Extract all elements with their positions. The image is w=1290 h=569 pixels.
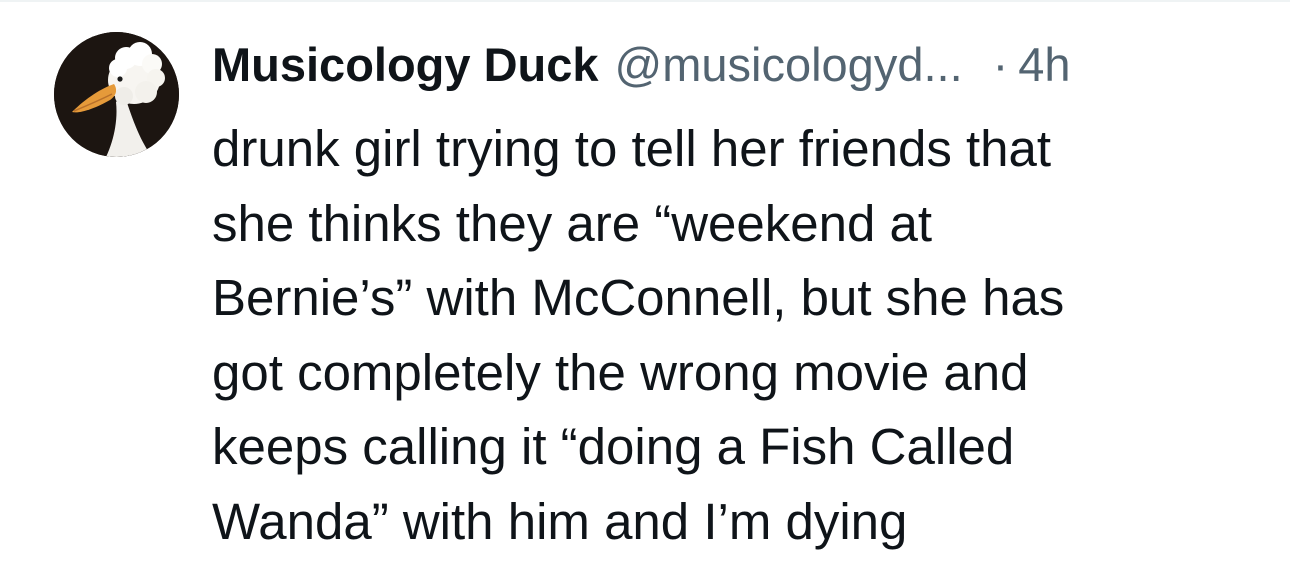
- author-handle[interactable]: @musicologyd...: [615, 34, 963, 96]
- post-text-line: drunk girl trying to tell her friends th…: [212, 120, 1052, 177]
- header-separator: ·: [992, 38, 1009, 91]
- author-display-name[interactable]: Musicology Duck: [212, 34, 599, 96]
- post[interactable]: Musicology Duck @musicologyd... · 4h dru…: [0, 0, 1290, 569]
- post-header: Musicology Duck @musicologyd... · 4h: [212, 34, 1071, 96]
- post-timestamp[interactable]: 4h: [1018, 34, 1070, 96]
- white-duck-avatar-icon: [54, 32, 179, 157]
- post-text-line: Wanda” with him and I’m dying: [212, 492, 908, 550]
- avatar[interactable]: [54, 32, 179, 157]
- post-text: drunk girl trying to tell her friends th…: [212, 112, 1252, 559]
- post-text-line: she thinks they are “weekend at: [212, 194, 933, 252]
- post-text-line: got completely the wrong movie and: [212, 343, 1029, 401]
- post-text-line: keeps calling it “doing a Fish Called: [212, 418, 1015, 475]
- post-text-line: Bernie’s” with McConnell, but she has: [212, 269, 1065, 326]
